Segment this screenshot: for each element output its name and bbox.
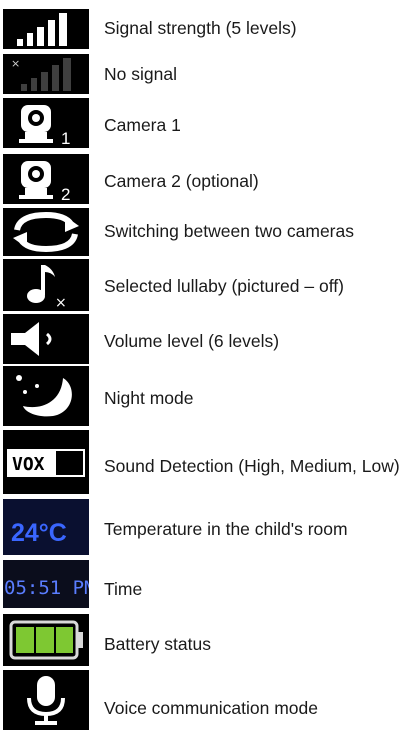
legend-label: Voice communication mode <box>104 698 318 718</box>
camera-number: 1 <box>61 129 70 148</box>
battery-icon <box>3 614 89 666</box>
legend-row-signal: Signal strength (5 levels) <box>0 0 404 52</box>
legend-row-camera-2: 2 Camera 2 (optional) <box>0 152 404 206</box>
legend-row-sound-detection: VOX HI Sound Detection (High, Medium, Lo… <box>0 428 404 498</box>
lullaby-icon: × <box>3 259 89 311</box>
camera-2-icon: 2 <box>3 154 89 204</box>
legend-row-temperature: 24°C Temperature in the child's room <box>0 498 404 558</box>
temperature-readout: 24°C <box>11 519 67 547</box>
legend-row-switch-cameras: Switching between two cameras <box>0 206 404 258</box>
time-readout: 05:51 PM <box>4 577 89 599</box>
legend-row-camera-1: 1 Camera 1 <box>0 98 404 152</box>
vox-readout: VOX HI <box>12 454 77 475</box>
switch-cameras-icon <box>3 208 89 256</box>
legend-row-time: 05:51 PM Time <box>0 558 404 612</box>
legend-label: Time <box>104 579 143 599</box>
temperature-icon: 24°C <box>3 499 89 555</box>
camera-number: 2 <box>61 185 70 204</box>
legend-label: Sound Detection (High, Medium, Low) <box>104 456 400 476</box>
legend-row-microphone: Voice communication mode <box>0 668 404 733</box>
night-mode-icon <box>3 366 89 426</box>
legend-label: Night mode <box>104 388 194 408</box>
no-signal-icon: × <box>3 54 89 94</box>
sound-detection-icon: VOX HI <box>3 430 89 494</box>
legend-label: Selected lullaby (pictured – off) <box>104 276 344 296</box>
off-mark: × <box>55 295 67 311</box>
microphone-icon <box>3 670 89 730</box>
legend-label: Volume level (6 levels) <box>104 331 280 351</box>
legend-label: Camera 2 (optional) <box>104 171 259 191</box>
legend-row-night: Night mode <box>0 366 404 428</box>
camera-1-icon: 1 <box>3 98 89 148</box>
signal-strength-icon <box>3 9 89 49</box>
time-icon: 05:51 PM <box>3 560 89 608</box>
legend-label: Temperature in the child's room <box>104 519 348 539</box>
legend-label: Switching between two cameras <box>104 221 354 241</box>
legend-row-volume: Volume level (6 levels) <box>0 312 404 366</box>
legend-label: No signal <box>104 64 177 84</box>
svg-text:×: × <box>11 57 20 70</box>
legend-label: Camera 1 <box>104 115 181 135</box>
legend-row-no-signal: × No signal <box>0 52 404 98</box>
legend-label: Signal strength (5 levels) <box>104 18 297 38</box>
volume-icon <box>3 314 89 364</box>
legend-label: Battery status <box>104 634 211 654</box>
legend-row-battery: Battery status <box>0 612 404 668</box>
legend-row-lullaby: × Selected lullaby (pictured – off) <box>0 258 404 312</box>
